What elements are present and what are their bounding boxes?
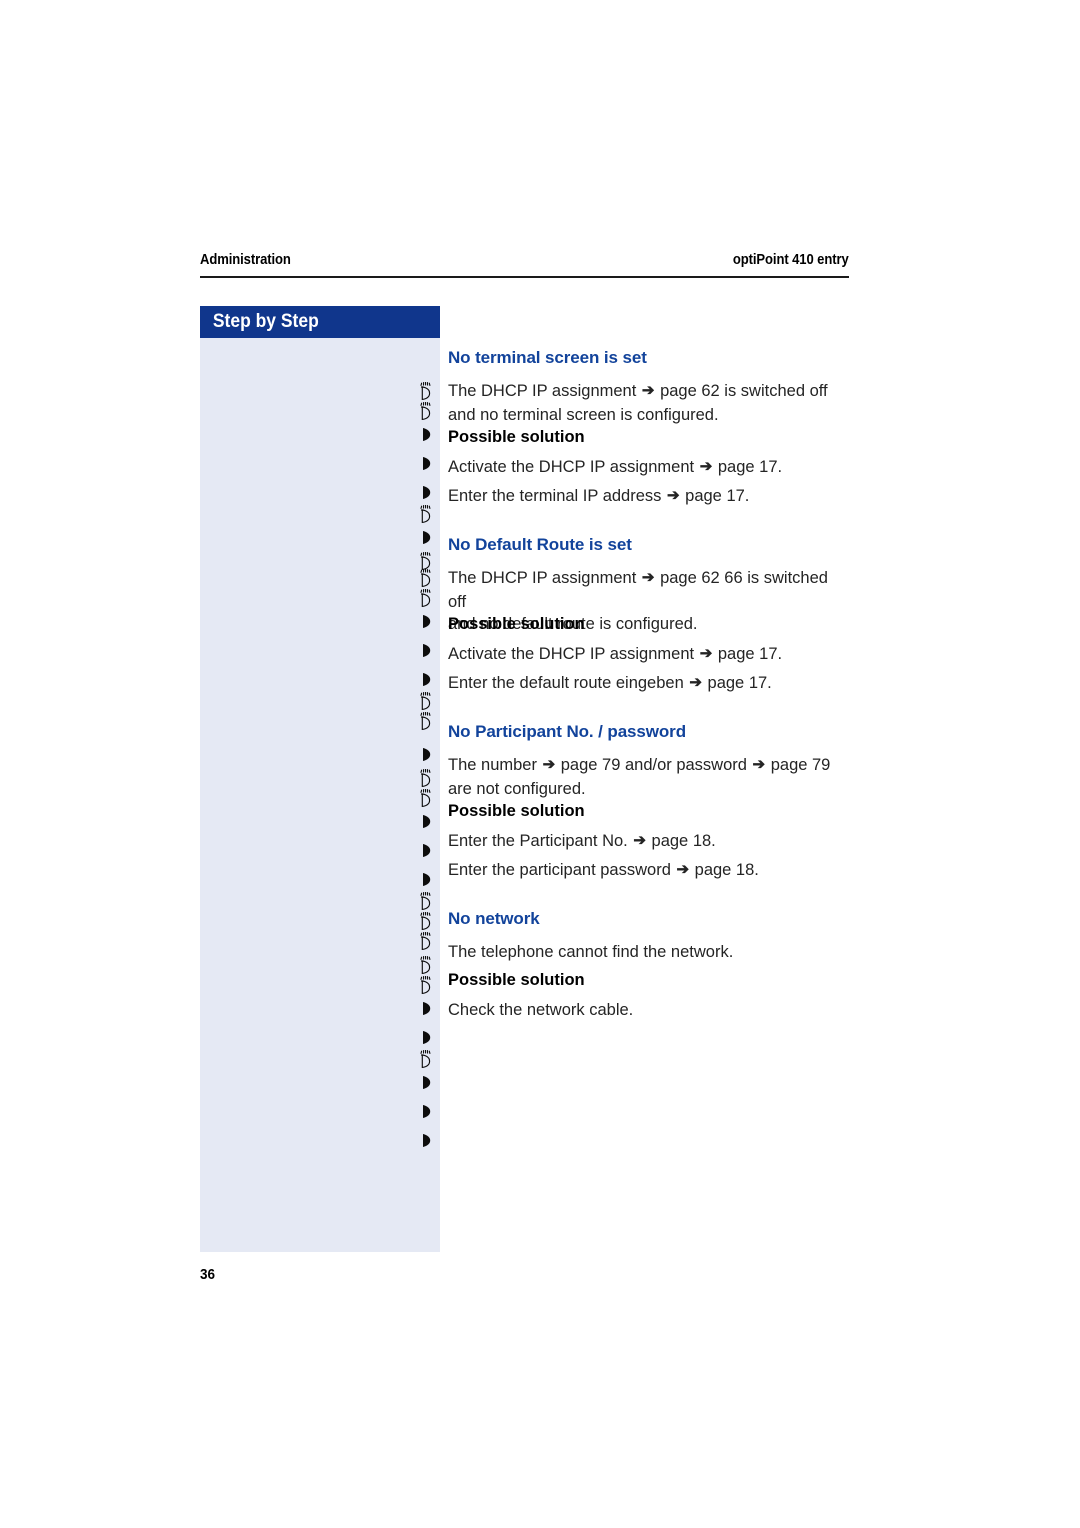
arrow-icon: ➔ — [641, 382, 655, 399]
possible-solution-label: Possible solution — [448, 802, 585, 820]
solution-step-1-1: Enter the default route eingeben ➔ page … — [448, 672, 849, 696]
possible-solution-label: Possible solution — [448, 971, 585, 989]
step-by-step-banner-label: Step by Step — [212, 311, 319, 332]
paragraph: and no terminal screen is configured. — [448, 405, 719, 424]
paragraph: The DHCP IP assignment ➔ page 62 66 is s… — [448, 567, 849, 613]
solution-label-3: Possible solution — [448, 970, 849, 990]
section-title: No Participant No. / password — [448, 722, 686, 741]
paragraph: Check the network cable. — [448, 1001, 634, 1019]
step-text: Enter the Participant No. — [448, 832, 628, 850]
arrow-icon: ➔ — [542, 756, 556, 773]
step-text: Enter the default route eingeben — [448, 674, 684, 692]
arrow-icon: ➔ — [699, 645, 713, 662]
step-ref: page 17. — [717, 458, 783, 476]
step-ref: page 17. — [717, 645, 783, 663]
section-heading-0: No terminal screen is set — [448, 348, 849, 368]
paragraph: Enter the Participant No. ➔ page 18. — [448, 830, 849, 854]
arrow-icon: ➔ — [752, 756, 766, 773]
solution-step-0-1: Enter the terminal IP address ➔ page 17. — [448, 485, 849, 509]
intro-ref-2: page 79 — [770, 756, 831, 774]
step-by-step-sidebar: Step by Step — [200, 306, 440, 1252]
solution-step-2-0: Enter the Participant No. ➔ page 18. — [448, 830, 849, 854]
paragraph: Activate the DHCP IP assignment ➔ page 1… — [448, 643, 849, 667]
page-number: 36 — [200, 1266, 216, 1283]
step-text: Activate the DHCP IP assignment — [448, 645, 695, 663]
step-by-step-banner: Step by Step — [200, 306, 440, 338]
arrow-icon: ➔ — [699, 458, 713, 475]
solution-step-1-0: Activate the DHCP IP assignment ➔ page 1… — [448, 643, 849, 667]
step-ref: page 18. — [651, 832, 716, 850]
paragraph: The DHCP IP assignment ➔ page 62 is swit… — [448, 380, 849, 404]
paragraph: Enter the terminal IP address ➔ page 17. — [448, 485, 849, 509]
running-header-right: optiPoint 410 entry — [733, 252, 849, 268]
step-ref: page 17. — [707, 674, 772, 692]
section-intro-2: The number ➔ page 79 and/or password ➔ p… — [448, 754, 849, 800]
section-heading-1: No Default Route is set — [448, 535, 849, 555]
running-header: Administration optiPoint 410 entry — [200, 252, 849, 268]
arrow-icon: ➔ — [689, 674, 702, 691]
arrow-icon: ➔ — [666, 487, 680, 504]
solution-step-3-0: Check the network cable. — [448, 999, 849, 1022]
intro-ref: page 79 and/or password — [560, 756, 747, 774]
section-title: No terminal screen is set — [448, 348, 647, 367]
solution-label-1: Possible solution — [448, 614, 849, 634]
solution-label-2: Possible solution — [448, 801, 849, 821]
paragraph: Enter the participant password ➔ page 18… — [448, 859, 849, 883]
running-header-left: Administration — [200, 252, 291, 268]
step-by-step-body — [200, 338, 440, 1252]
document-page: Administration optiPoint 410 entry Step … — [0, 0, 1080, 1528]
section-intro-0: The DHCP IP assignment ➔ page 62 is swit… — [448, 380, 849, 426]
solution-label-0: Possible solution — [448, 427, 849, 447]
step-text: Enter the participant password — [448, 861, 671, 879]
possible-solution-label: Possible solution — [448, 428, 585, 446]
paragraph: Activate the DHCP IP assignment ➔ page 1… — [448, 456, 849, 480]
arrow-icon: ➔ — [633, 832, 646, 849]
header-rule — [200, 276, 849, 278]
paragraph: Enter the default route eingeben ➔ page … — [448, 672, 849, 696]
section-heading-3: No network — [448, 909, 849, 929]
arrow-icon: ➔ — [676, 861, 690, 878]
step-ref: page 18. — [694, 861, 759, 879]
section-intro-3: The telephone cannot find the network. — [448, 941, 849, 964]
step-ref: page 17. — [685, 487, 750, 505]
possible-solution-label: Possible solution — [448, 615, 585, 633]
intro-ref: page 62 is switched off — [660, 382, 828, 400]
arrow-icon: ➔ — [641, 569, 655, 586]
intro-text: The DHCP IP assignment — [448, 569, 637, 587]
step-text: Enter the terminal IP address — [448, 487, 662, 505]
paragraph: are not configured. — [448, 779, 586, 798]
solution-step-2-1: Enter the participant password ➔ page 18… — [448, 859, 849, 883]
section-heading-2: No Participant No. / password — [448, 722, 849, 742]
intro-text: The DHCP IP assignment — [448, 382, 637, 400]
section-title: No network — [448, 909, 540, 928]
section-title: No Default Route is set — [448, 535, 632, 554]
step-text: Activate the DHCP IP assignment — [448, 458, 695, 476]
solution-step-0-0: Activate the DHCP IP assignment ➔ page 1… — [448, 456, 849, 480]
intro-text: The number — [448, 756, 537, 774]
paragraph: The number ➔ page 79 and/or password ➔ p… — [448, 754, 849, 778]
paragraph: The telephone cannot find the network. — [448, 943, 734, 961]
